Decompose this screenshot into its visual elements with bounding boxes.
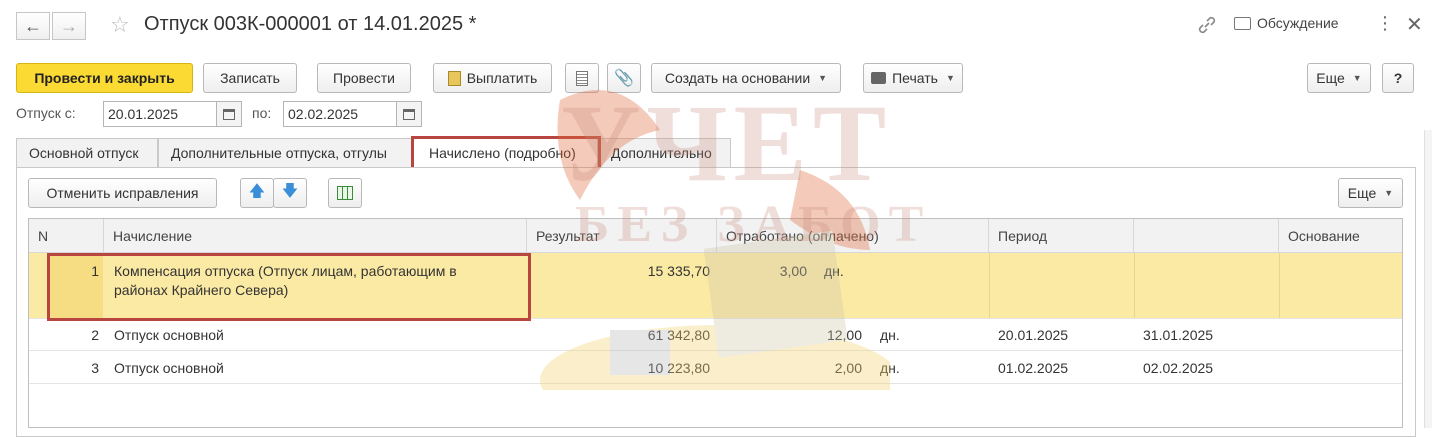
back-button[interactable]: ←	[16, 12, 50, 40]
row-2-unit: дн.	[880, 327, 900, 343]
discussion-button[interactable]: Обсуждение	[1234, 15, 1339, 31]
column-header-basis[interactable]: Основание	[1279, 219, 1402, 253]
row-divider	[29, 383, 1402, 384]
panel-more-button[interactable]: Еще ▼	[1338, 178, 1403, 208]
calendar-icon	[223, 108, 235, 120]
column-header-n[interactable]: N	[29, 219, 104, 253]
row-divider	[29, 350, 1402, 351]
row-1-divider	[989, 253, 990, 318]
attach-button[interactable]: 📎	[607, 63, 641, 93]
row-1-result: 15 335,70	[647, 263, 710, 279]
create-based-on-label: Создать на основании	[664, 70, 811, 86]
move-up-button[interactable]: 🡅	[240, 178, 274, 208]
page-title: Отпуск 003К-000001 от 14.01.2025 *	[144, 13, 477, 35]
row-3-worked: 2,00	[834, 360, 862, 376]
pay-doc-icon	[447, 70, 461, 86]
close-icon[interactable]: ✕	[1406, 12, 1423, 37]
row-3-result: 10 223,80	[647, 360, 710, 376]
row-3-period-from: 01.02.2025	[998, 360, 1069, 376]
row-1-worked: 3,00	[779, 263, 807, 279]
from-label: Отпуск с:	[16, 105, 76, 121]
paperclip-icon: 📎	[614, 70, 634, 87]
to-label: по:	[252, 105, 272, 121]
forward-button[interactable]: →	[52, 12, 86, 40]
add-table-button[interactable]	[328, 178, 362, 208]
row-1-unit: дн.	[824, 263, 844, 279]
move-down-button[interactable]: 🡇	[273, 178, 307, 208]
help-button[interactable]: ?	[1382, 63, 1414, 93]
printer-icon	[871, 72, 887, 84]
table-add-icon	[337, 186, 353, 200]
row-2-period-to: 31.01.2025	[1143, 327, 1214, 343]
panel-more-label: Еще	[1347, 185, 1377, 201]
cancel-corrections-button[interactable]: Отменить исправления	[28, 178, 217, 208]
chevron-down-icon: ▼	[818, 73, 828, 83]
pay-button-label: Выплатить	[466, 70, 538, 86]
row-1-divider	[1134, 253, 1135, 318]
row-2-period-from: 20.01.2025	[998, 327, 1069, 343]
row-2-result: 61 342,80	[647, 327, 710, 343]
more-button[interactable]: Еще ▼	[1307, 63, 1371, 93]
column-header-period-end[interactable]	[1134, 219, 1279, 253]
chevron-down-icon: ▼	[945, 73, 955, 83]
row-3-period-to: 02.02.2025	[1143, 360, 1214, 376]
to-calendar-button[interactable]	[396, 101, 422, 127]
row-1-divider	[1279, 253, 1280, 318]
vertical-scrollbar[interactable]	[1424, 130, 1432, 428]
arrow-up-icon: 🡅	[248, 182, 266, 200]
arrow-down-icon: 🡇	[281, 182, 299, 200]
create-based-on-button[interactable]: Создать на основании ▼	[651, 63, 841, 93]
row-2-worked: 12,00	[826, 327, 862, 343]
tab-additional[interactable]: Дополнительно	[598, 138, 731, 168]
print-button-label: Печать	[892, 70, 938, 86]
print-button[interactable]: Печать ▼	[863, 63, 963, 93]
column-header-period[interactable]: Период	[989, 219, 1134, 253]
row-3-accrual[interactable]: Отпуск основной	[114, 360, 224, 376]
row-2-n: 2	[91, 327, 99, 343]
back-arrow-icon: ←	[24, 15, 42, 36]
row-2-accrual[interactable]: Отпуск основной	[114, 327, 224, 343]
forward-arrow-icon: →	[60, 15, 78, 36]
column-header-accrual[interactable]: Начисление	[104, 219, 527, 253]
tab-additional-vacations[interactable]: Дополнительные отпуска, отгулы	[158, 138, 413, 168]
pay-button[interactable]: Выплатить	[433, 63, 552, 93]
column-header-result[interactable]: Результат	[527, 219, 717, 253]
from-calendar-button[interactable]	[216, 101, 242, 127]
row-3-unit: дн.	[880, 360, 900, 376]
post-and-close-button[interactable]: Провести и закрыть	[16, 63, 193, 93]
link-icon[interactable]	[1196, 14, 1218, 36]
to-date-field[interactable]: 02.02.2025	[283, 101, 397, 127]
from-date-field[interactable]: 20.01.2025	[103, 101, 217, 127]
calendar-icon	[403, 108, 415, 120]
save-button[interactable]: Записать	[203, 63, 297, 93]
tab-main-vacation[interactable]: Основной отпуск	[16, 138, 158, 168]
star-icon[interactable]: ☆	[110, 12, 130, 38]
column-header-worked[interactable]: Отработано (оплачено)	[717, 219, 989, 253]
more-button-label: Еще	[1316, 70, 1345, 86]
row-highlight-frame	[47, 253, 531, 321]
row-3-n: 3	[91, 360, 99, 376]
list-icon	[576, 70, 588, 86]
discussion-icon	[1234, 16, 1251, 30]
list-icon-button[interactable]	[565, 63, 599, 93]
chevron-down-icon: ▼	[1384, 188, 1394, 198]
chevron-down-icon: ▼	[1352, 73, 1362, 83]
post-button[interactable]: Провести	[317, 63, 411, 93]
more-vertical-icon[interactable]: ⋮	[1376, 13, 1394, 34]
accruals-table: N Начисление Результат Отработано (оплач…	[28, 218, 1403, 428]
discussion-label: Обсуждение	[1257, 15, 1339, 31]
